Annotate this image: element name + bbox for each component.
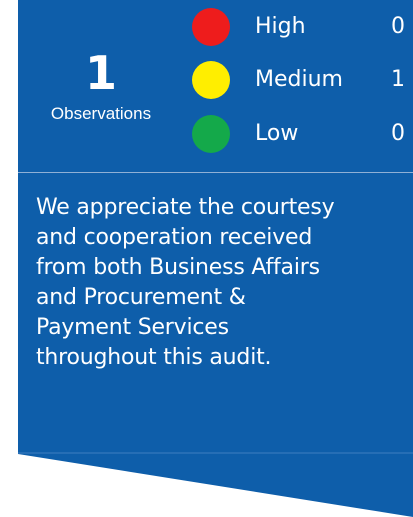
observation-count: 1 — [84, 46, 117, 100]
rating-value-high: 0 — [391, 14, 405, 39]
appreciation-message: We appreciate the courtesy and cooperati… — [36, 193, 406, 373]
audit-summary-panel: 1 Observations High 0 Medium 1 Low 0 We … — [18, 0, 413, 517]
message-line: and cooperation received — [36, 225, 313, 250]
rating-label-high: High — [255, 14, 306, 39]
rating-label-medium: Medium — [255, 67, 343, 92]
message-line: We appreciate the courtesy — [36, 195, 335, 220]
section-divider — [18, 172, 413, 173]
rating-value-low: 0 — [391, 121, 405, 146]
observation-count-label: Observations — [50, 104, 152, 123]
rating-label-low: Low — [255, 121, 299, 146]
green-circle-icon — [192, 115, 230, 153]
observation-count-box: 1 Observations — [18, 50, 184, 124]
message-line: from both Business Affairs — [36, 255, 320, 280]
message-line: Payment Services — [36, 315, 229, 340]
audit-summary-page: 1 Observations High 0 Medium 1 Low 0 We … — [0, 0, 413, 517]
rating-row-high: High 0 — [192, 6, 413, 50]
rating-value-medium: 1 — [391, 67, 405, 92]
rating-row-low: Low 0 — [192, 113, 413, 157]
observations-summary: 1 Observations High 0 Medium 1 Low 0 — [18, 0, 413, 172]
red-circle-icon — [192, 8, 230, 46]
message-line: throughout this audit. — [36, 345, 272, 370]
message-line: and Procurement & — [36, 285, 246, 310]
yellow-circle-icon — [192, 61, 230, 99]
rating-row-medium: Medium 1 — [192, 59, 413, 103]
